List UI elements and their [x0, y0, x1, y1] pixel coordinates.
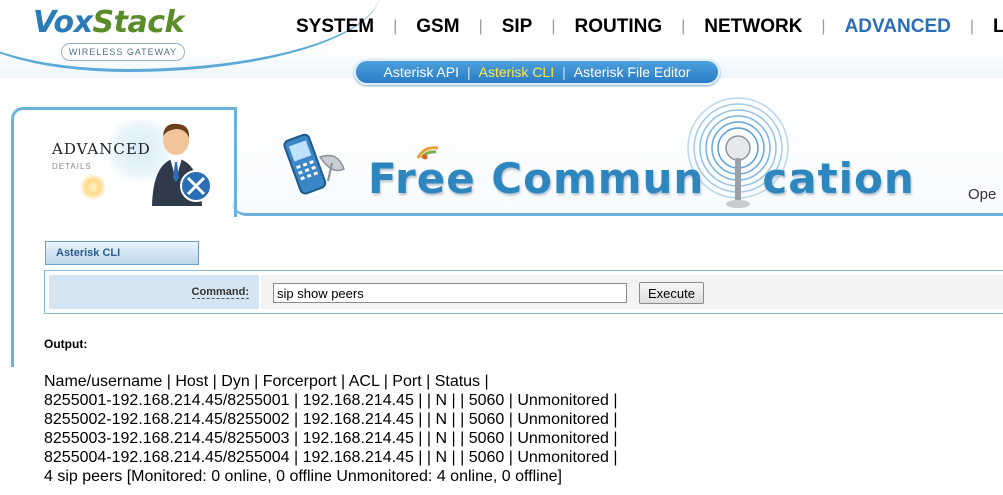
phone-icon	[283, 133, 345, 195]
sun-decoration	[80, 174, 106, 200]
nav-routing[interactable]: ROUTING	[575, 16, 663, 38]
nav-network[interactable]: NETWORK	[704, 16, 802, 38]
output-line: Name/username | Host | Dyn | Forcerport …	[44, 373, 489, 390]
nav-logs[interactable]: LOGS	[993, 16, 1003, 38]
cli-output: Name/username | Host | Dyn | Forcerport …	[44, 372, 618, 486]
banner-slogan: Free Commun cation	[368, 154, 915, 203]
command-input[interactable]	[273, 283, 627, 303]
support-person-icon	[152, 123, 212, 206]
sub-navigation: Asterisk API | Asterisk CLI | Asterisk F…	[354, 59, 720, 85]
nav-separator: |	[821, 18, 826, 35]
nav-separator: |	[681, 18, 686, 35]
output-label: Output:	[44, 337, 88, 351]
section-subtitle: DETAILS	[52, 162, 92, 171]
subnav-asterisk-api[interactable]: Asterisk API	[384, 64, 459, 80]
subnav-separator: |	[562, 64, 566, 80]
command-form: Command: Execute	[44, 270, 1003, 314]
subnav-asterisk-file-editor[interactable]: Asterisk File Editor	[574, 64, 691, 80]
nav-separator: |	[551, 18, 556, 35]
subnav-separator: |	[467, 64, 471, 80]
nav-separator: |	[478, 18, 483, 35]
command-label-cell: Command:	[49, 275, 259, 309]
voxstack-logo[interactable]: VoxStack WIRELESS GATEWAY	[33, 6, 213, 62]
antenna-icon	[687, 97, 789, 208]
section-panel-frame-edge	[233, 107, 237, 217]
subnav-asterisk-cli[interactable]: Asterisk CLI	[479, 64, 554, 80]
nav-gsm[interactable]: GSM	[416, 16, 459, 38]
nav-system[interactable]: SYSTEM	[296, 16, 374, 38]
nav-advanced[interactable]: ADVANCED	[845, 16, 951, 38]
tab-asterisk-cli[interactable]: Asterisk CLI	[45, 241, 199, 265]
output-line: 8255001-192.168.214.45/8255001 | 192.168…	[44, 392, 618, 409]
nav-separator: |	[393, 18, 398, 35]
command-input-cell: Execute	[261, 275, 1003, 309]
main-navigation: SYSTEM | GSM | SIP | ROUTING | NETWORK |…	[296, 14, 1003, 40]
section-title: ADVANCED	[52, 140, 151, 158]
logo-wordmark: VoxStack	[33, 5, 184, 40]
output-line: 8255002-192.168.214.45/8255002 | 192.168…	[44, 411, 618, 428]
nav-separator: |	[969, 18, 974, 35]
logo-tagline: WIRELESS GATEWAY	[61, 43, 185, 61]
nav-sip[interactable]: SIP	[502, 16, 533, 38]
command-label: Command:	[191, 286, 249, 299]
output-line: 8255004-192.168.214.45/8255004 | 192.168…	[44, 449, 618, 466]
output-line: 8255003-192.168.214.45/8255003 | 192.168…	[44, 430, 618, 447]
banner-edge-text: Ope	[968, 186, 997, 203]
output-line: 4 sip peers [Monitored: 0 online, 0 offl…	[44, 468, 562, 485]
execute-button[interactable]: Execute	[639, 282, 704, 304]
